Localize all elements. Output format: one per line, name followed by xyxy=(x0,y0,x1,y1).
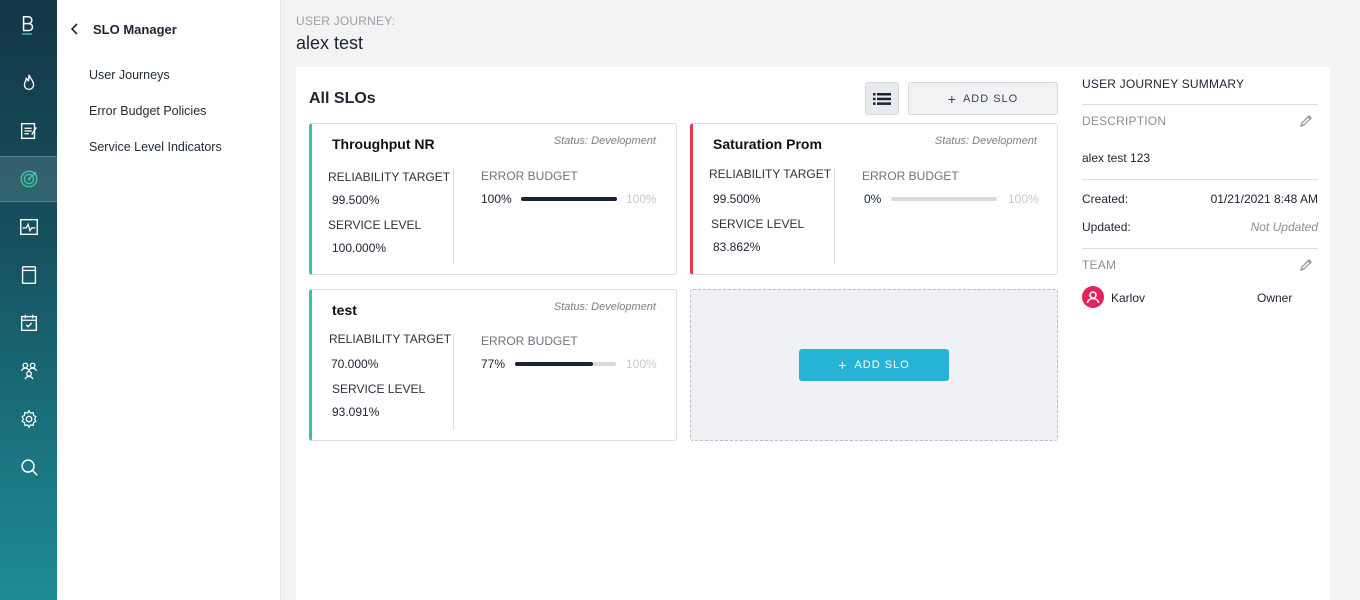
team-label: TEAM xyxy=(1082,258,1117,272)
team-member-role: Owner xyxy=(1257,291,1293,305)
sidebar-item-service-level-indicators[interactable]: Service Level Indicators xyxy=(89,140,222,154)
error-budget-bar xyxy=(515,362,616,366)
error-budget-label: ERROR BUDGET xyxy=(481,169,578,183)
error-budget-value: 0% xyxy=(864,192,882,206)
service-level-label: SERVICE LEVEL xyxy=(711,217,805,231)
plus-icon: + xyxy=(947,90,957,107)
reliability-target-label: RELIABILITY TARGET xyxy=(329,332,452,346)
divider xyxy=(453,334,454,430)
service-level-label: SERVICE LEVEL xyxy=(328,218,422,232)
logo-icon[interactable] xyxy=(16,14,40,46)
edit-team-icon[interactable] xyxy=(1299,258,1313,272)
divider xyxy=(1082,179,1318,180)
error-budget-max: 100% xyxy=(626,357,657,371)
error-budget-max: 100% xyxy=(626,192,657,206)
divider xyxy=(1082,104,1318,105)
avatar xyxy=(1082,286,1104,308)
slo-status: Status: Development xyxy=(553,135,656,147)
sidebar-title: SLO Manager xyxy=(93,21,177,37)
sidebar-item-error-budget-policies[interactable]: Error Budget Policies xyxy=(89,104,206,118)
slo-name: Saturation Prom xyxy=(713,136,822,152)
reliability-target-label: RELIABILITY TARGET xyxy=(328,170,451,184)
team-icon[interactable] xyxy=(0,348,57,394)
edit-description-icon[interactable] xyxy=(1299,114,1313,128)
error-budget-value: 77% xyxy=(481,357,506,371)
search-icon[interactable] xyxy=(0,444,57,490)
book-icon[interactable] xyxy=(0,252,57,298)
created-value: 01/21/2021 8:48 AM xyxy=(1210,192,1318,206)
slo-status: Status: Development xyxy=(553,301,656,313)
slo-card-throughput-nr[interactable]: Throughput NR Status: Development RELIAB… xyxy=(309,123,677,275)
sidebar-header: SLO Manager xyxy=(67,20,177,38)
slo-name: test xyxy=(332,302,357,318)
plus-icon: + xyxy=(838,357,848,373)
target-icon[interactable] xyxy=(0,156,57,202)
error-budget-bar xyxy=(891,197,997,201)
service-level-value: 83.862% xyxy=(713,240,761,254)
activity-icon[interactable] xyxy=(0,204,57,250)
user-icon xyxy=(1086,291,1100,304)
sidebar-item-user-journeys[interactable]: User Journeys xyxy=(89,68,170,82)
reliability-target-value: 70.000% xyxy=(331,357,379,371)
add-slo-label: ADD SLO xyxy=(962,92,1019,105)
error-budget-value: 100% xyxy=(481,192,512,206)
team-member-name[interactable]: Karlov xyxy=(1111,291,1145,305)
error-budget-label: ERROR BUDGET xyxy=(481,334,578,348)
slo-card-test[interactable]: test Status: Development RELIABILITY TAR… xyxy=(309,289,677,441)
updated-label: Updated: xyxy=(1082,220,1131,234)
divider xyxy=(453,168,454,264)
list-icon xyxy=(873,92,891,105)
page-title: alex test xyxy=(296,33,364,53)
created-label: Created: xyxy=(1082,192,1129,206)
reliability-target-label: RELIABILITY TARGET xyxy=(709,167,832,181)
slos-title: All SLOs xyxy=(309,90,376,107)
chevron-left-icon[interactable] xyxy=(67,20,83,38)
list-view-button[interactable] xyxy=(865,82,899,115)
sidebar: SLO Manager User Journeys Error Budget P… xyxy=(57,0,281,600)
service-level-value: 93.091% xyxy=(332,405,380,419)
error-budget-bar xyxy=(521,197,617,201)
breadcrumb: USER JOURNEY: xyxy=(296,14,396,28)
error-budget-label: ERROR BUDGET xyxy=(862,169,959,183)
error-budget-max: 100% xyxy=(1008,192,1039,206)
slo-card-saturation-prom[interactable]: Saturation Prom Status: Development RELI… xyxy=(690,123,1058,275)
service-level-value: 100.000% xyxy=(332,241,387,255)
slo-name: Throughput NR xyxy=(332,136,435,152)
fire-icon[interactable] xyxy=(0,60,57,106)
reliability-target-value: 99.500% xyxy=(713,192,761,206)
add-slo-label: ADD SLO xyxy=(854,359,910,371)
slo-status: Status: Development xyxy=(934,135,1037,147)
divider xyxy=(834,168,835,264)
summary-title: USER JOURNEY SUMMARY xyxy=(1082,77,1245,91)
description-label: DESCRIPTION xyxy=(1082,114,1167,128)
notes-icon[interactable] xyxy=(0,108,57,154)
add-slo-button[interactable]: + ADD SLO xyxy=(908,82,1058,115)
settings-icon[interactable] xyxy=(0,396,57,442)
service-level-label: SERVICE LEVEL xyxy=(332,382,426,396)
add-slo-primary-button[interactable]: + ADD SLO xyxy=(799,349,949,381)
description-text: alex test 123 xyxy=(1082,151,1151,165)
calendar-check-icon[interactable] xyxy=(0,300,57,346)
icon-rail xyxy=(0,0,57,600)
reliability-target-value: 99.500% xyxy=(332,193,380,207)
divider xyxy=(1082,248,1318,249)
updated-value: Not Updated xyxy=(1250,220,1318,234)
